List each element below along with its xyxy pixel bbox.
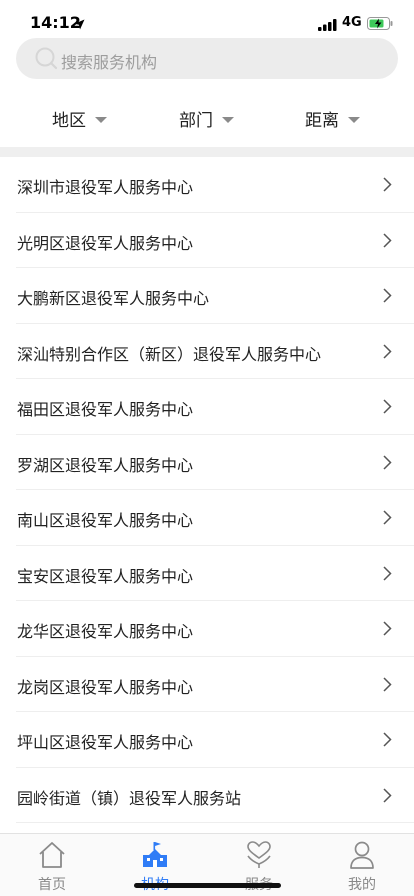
chevron-right-icon xyxy=(383,343,392,363)
search-input[interactable]: 搜索服务机构 xyxy=(16,38,398,79)
network-type: 4G xyxy=(342,15,362,30)
caret-down-icon xyxy=(95,116,107,123)
home-icon xyxy=(37,841,67,873)
filter-region-dropdown[interactable]: 地区 xyxy=(52,106,107,131)
organization-name: 大鹏新区退役军人服务中心 xyxy=(17,289,210,308)
filter-label: 部门 xyxy=(179,111,213,131)
filter-department-dropdown[interactable]: 部门 xyxy=(179,106,234,131)
chevron-right-icon xyxy=(383,232,392,252)
chevron-right-icon xyxy=(383,177,392,196)
filter-bar: 地区 部门 距离 xyxy=(0,96,414,142)
filter-distance-dropdown[interactable]: 距离 xyxy=(305,106,360,131)
battery-charging-icon xyxy=(367,15,394,34)
building-icon xyxy=(140,841,170,873)
list-item[interactable]: 光明区退役军人服务中心 xyxy=(16,213,414,268)
chevron-right-icon xyxy=(383,565,392,585)
organization-name: 福田区退役军人服务中心 xyxy=(17,400,194,419)
organization-name: 罗湖区退役军人服务中心 xyxy=(17,455,194,475)
organization-name: 光明区退役军人服务中心 xyxy=(17,233,194,253)
person-icon xyxy=(347,841,377,873)
list-item[interactable]: 深汕特别合作区（新区）退役军人服务中心 xyxy=(16,324,414,379)
list-item[interactable]: 龙华区退役军人服务中心 xyxy=(16,601,414,657)
organization-name: 宝安区退役军人服务中心 xyxy=(17,566,194,586)
list-item[interactable]: 深圳市退役军人服务中心 xyxy=(16,157,414,213)
chevron-right-icon xyxy=(383,454,392,474)
list-item[interactable]: 宝安区退役军人服务中心 xyxy=(16,546,414,601)
organization-name: 深圳市退役军人服务中心 xyxy=(17,178,194,197)
organization-name: 南山区退役军人服务中心 xyxy=(17,511,194,530)
tab-label: 首页 xyxy=(38,877,66,893)
organization-name: 坪山区退役军人服务中心 xyxy=(17,733,194,752)
signal-icon xyxy=(318,16,338,35)
organization-name: 园岭街道（镇）退役军人服务站 xyxy=(17,788,242,808)
search-placeholder: 搜索服务机构 xyxy=(61,53,158,72)
list-item[interactable]: 福田区退役军人服务中心 xyxy=(16,379,414,435)
list-item[interactable]: 南山区退役军人服务中心 xyxy=(16,490,414,546)
list-item[interactable]: 坪山区退役军人服务中心 xyxy=(16,712,414,768)
chevron-right-icon xyxy=(383,732,392,751)
chevron-right-icon xyxy=(383,288,392,307)
chevron-right-icon xyxy=(383,399,392,418)
list-item[interactable]: 大鹏新区退役军人服务中心 xyxy=(16,268,414,324)
filter-label: 地区 xyxy=(52,111,86,131)
chevron-right-icon xyxy=(383,787,392,807)
list-item[interactable]: 龙岗区退役军人服务中心 xyxy=(16,657,414,712)
chevron-right-icon xyxy=(383,676,392,696)
chevron-right-icon xyxy=(383,621,392,640)
organization-list: 深圳市退役军人服务中心 光明区退役军人服务中心 大鹏新区退役军人服务中心 深汕特… xyxy=(0,157,414,823)
organization-name: 深汕特别合作区（新区）退役军人服务中心 xyxy=(17,344,322,364)
organization-name: 龙华区退役军人服务中心 xyxy=(17,622,194,641)
heart-hand-icon xyxy=(244,841,274,873)
list-item[interactable]: 园岭街道（镇）退役军人服务站 xyxy=(16,768,414,823)
tab-home[interactable]: 首页 xyxy=(0,834,104,896)
caret-down-icon xyxy=(222,116,234,123)
filter-label: 距离 xyxy=(305,111,339,131)
search-icon xyxy=(34,46,58,74)
chevron-right-icon xyxy=(383,510,392,529)
tab-profile[interactable]: 我的 xyxy=(310,834,414,896)
location-arrow-icon xyxy=(74,15,85,34)
organization-name: 龙岗区退役军人服务中心 xyxy=(17,677,194,697)
tab-label: 我的 xyxy=(348,877,376,893)
caret-down-icon xyxy=(348,116,360,123)
list-item[interactable]: 罗湖区退役军人服务中心 xyxy=(16,435,414,490)
section-divider xyxy=(0,147,414,157)
home-indicator xyxy=(134,883,281,888)
